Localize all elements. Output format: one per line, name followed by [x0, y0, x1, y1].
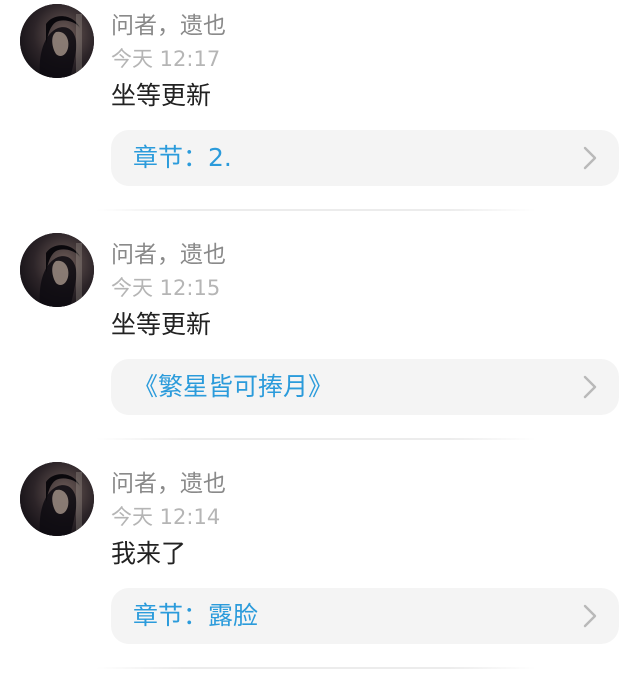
author-name[interactable]: 问者，遗也 — [111, 239, 226, 271]
avatar[interactable] — [20, 462, 94, 536]
author-name[interactable]: 问者，遗也 — [111, 10, 226, 42]
chevron-right-icon — [583, 146, 597, 170]
chapter-link-card[interactable]: 章节：露脸 — [111, 588, 619, 644]
divider — [96, 667, 536, 669]
chapter-link-card[interactable]: 章节：2. — [111, 130, 619, 186]
book-link-card[interactable]: 《繁星皆可捧月》 — [111, 359, 619, 415]
comment-text: 我来了 — [111, 539, 187, 568]
comment-time: 今天 12:14 — [111, 505, 221, 529]
chevron-right-icon — [583, 375, 597, 399]
avatar[interactable] — [20, 4, 94, 78]
comment-item: 问者，遗也 今天 12:17 坐等更新 章节：2. — [0, 0, 640, 229]
comment-text: 坐等更新 — [111, 310, 212, 339]
divider — [96, 438, 536, 440]
divider — [96, 209, 536, 211]
comment-feed: 问者，遗也 今天 12:17 坐等更新 章节：2. 问者，遗也 今天 12:15… — [0, 0, 640, 676]
book-link-text: 《繁星皆可捧月》 — [133, 372, 334, 401]
comment-item: 问者，遗也 今天 12:14 我来了 章节：露脸 — [0, 458, 640, 676]
comment-time: 今天 12:17 — [111, 47, 221, 71]
comment-time: 今天 12:15 — [111, 276, 221, 300]
chevron-right-icon — [583, 604, 597, 628]
avatar[interactable] — [20, 233, 94, 307]
comment-item: 问者，遗也 今天 12:15 坐等更新 《繁星皆可捧月》 — [0, 229, 640, 458]
comment-text: 坐等更新 — [111, 81, 212, 110]
chapter-link-text: 章节：2. — [133, 143, 232, 172]
chapter-link-text: 章节：露脸 — [133, 601, 259, 630]
author-name[interactable]: 问者，遗也 — [111, 468, 226, 500]
